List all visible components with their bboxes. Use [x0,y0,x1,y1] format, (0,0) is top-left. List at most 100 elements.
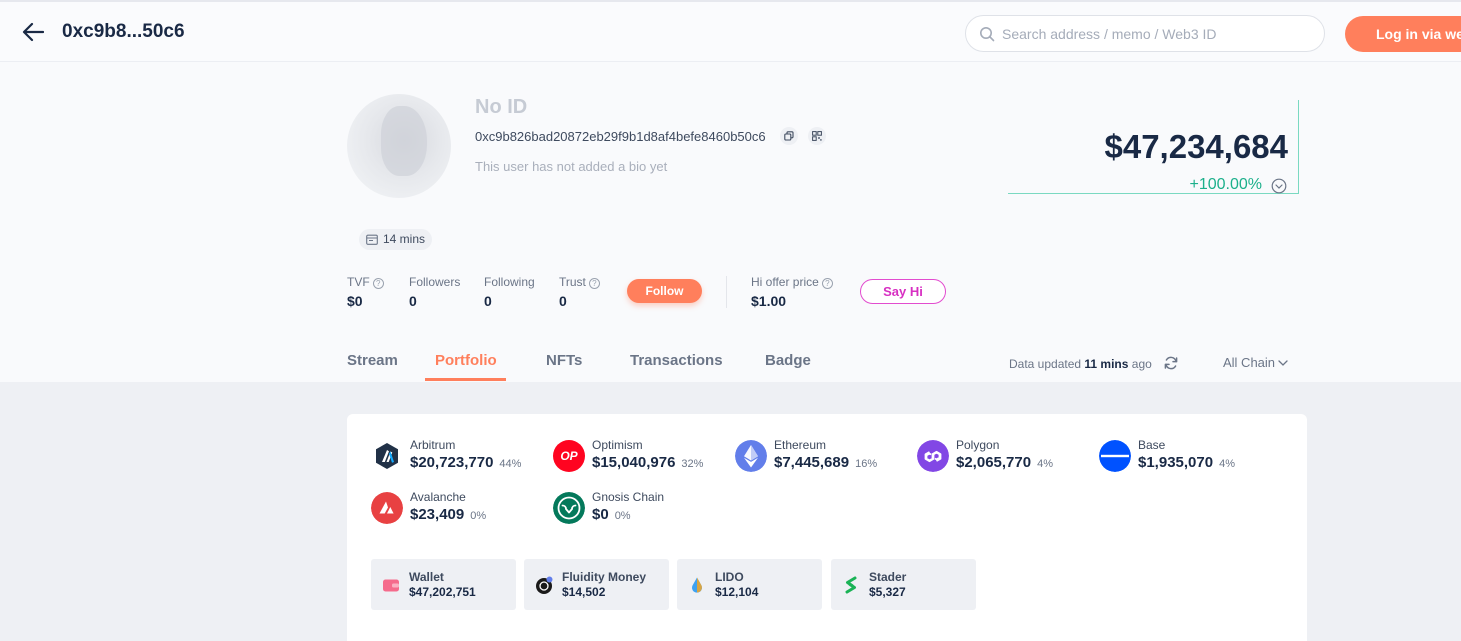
search-icon [980,27,995,42]
data-updated-prefix: Data updated [1009,357,1082,371]
protocol-value: $12,104 [715,585,759,599]
tab-transactions[interactable]: Transactions [630,352,723,369]
stat-trust-value: 0 [559,293,567,309]
chain-percent: 0% [614,510,631,522]
stat-following-value: 0 [484,293,492,309]
gnosis-icon [553,492,585,524]
chain-value: $20,723,770 44% [410,454,522,471]
arbitrum-icon [371,440,403,472]
chain-percent: 44% [499,458,522,470]
stat-followers[interactable]: Followers 0 [409,275,460,309]
stat-following[interactable]: Following 0 [484,275,535,309]
chain-value: $23,409 0% [410,506,487,523]
tab-nfts[interactable]: NFTs [546,352,582,369]
protocol-name: LIDO [715,570,744,584]
qr-code-icon [812,131,822,141]
chain-percent: 32% [681,458,704,470]
chain-name: Base [1138,438,1166,452]
stat-following-label: Following [484,275,535,289]
chain-percent: 0% [470,510,487,522]
calendar-icon [366,234,378,245]
stat-hi-offer-value: $1.00 [751,293,787,309]
stat-followers-label: Followers [409,275,461,289]
say-hi-button[interactable]: Say Hi [860,279,946,304]
stat-hi-offer: Hi offer price? $1.00 [751,275,833,309]
protocol-name: Wallet [409,570,444,584]
profile-bio: This user has not added a bio yet [475,159,668,174]
chain-filter-dropdown[interactable]: All Chain [1223,355,1288,370]
chain-value: $0 0% [592,506,631,523]
avatar [347,94,451,198]
chevron-down-icon [1278,360,1288,366]
chain-name: Gnosis Chain [592,490,665,504]
protocol-value: $47,202,751 [409,585,476,599]
lido-icon [692,577,702,593]
avalanche-icon [371,492,403,524]
stat-trust: Trust? 0 [559,275,600,309]
help-icon[interactable]: ? [372,278,384,289]
ethereum-icon [735,440,767,472]
chain-filter-label: All Chain [1223,355,1276,370]
search-box[interactable] [965,15,1325,52]
polygon-icon [917,440,949,472]
fluidity-money-icon [536,576,553,594]
protocol-wallet[interactable]: Wallet $47,202,751 [371,559,516,610]
chain-percent: 16% [855,458,878,470]
chain-percent: 4% [1037,458,1053,470]
tab-badge[interactable]: Badge [765,352,811,369]
optimism-icon-text: OP [560,449,578,463]
chain-name: Arbitrum [410,438,456,452]
top-bar: 0xc9b8...50c6 Log in via web3 [0,0,1461,62]
stader-icon [845,576,857,594]
help-icon[interactable]: ? [588,278,600,289]
back-arrow-icon[interactable] [22,22,44,42]
protocol-fluidity-money[interactable]: Fluidity Money $14,502 [524,559,669,610]
balance-panel: $47,234,684 +100.00% [1008,100,1300,195]
wallet-address: 0xc9b826bad20872eb29f9b1d8af4befe8460b50… [475,129,766,144]
stat-tvf-value: $0 [347,293,363,309]
total-balance: $47,234,684 [1104,128,1288,165]
wallet-icon [383,579,399,592]
copy-address-button[interactable] [780,127,798,145]
balance-change: +100.00% [1189,176,1262,193]
chain-value: $15,040,976 32% [592,454,704,471]
active-tab-indicator [425,378,506,381]
chain-name: Avalanche [410,490,466,504]
activity-time-text: 14 mins [383,232,426,246]
chain-value: $1,935,070 4% [1138,454,1235,471]
chain-value: $2,065,770 4% [956,454,1053,471]
chain-name: Optimism [592,438,643,452]
qr-code-button[interactable] [808,127,826,145]
protocol-name: Stader [869,570,907,584]
refresh-icon[interactable] [1163,355,1179,371]
stat-tvf: TVF? $0 [347,275,384,309]
stat-hi-offer-label: Hi offer price [751,275,819,289]
divider [726,276,727,308]
tab-stream[interactable]: Stream [347,352,398,369]
search-input[interactable] [1002,16,1312,51]
chain-name: Ethereum [774,438,827,452]
follow-button[interactable]: Follow [627,279,702,303]
tab-portfolio[interactable]: Portfolio [435,352,497,369]
data-updated-suffix: ago [1131,357,1152,371]
copy-icon [784,131,794,141]
stat-followers-value: 0 [409,293,417,309]
stat-trust-label: Trust [559,275,586,289]
help-icon[interactable]: ? [821,278,833,289]
chain-percent: 4% [1219,458,1235,470]
protocol-lido[interactable]: LIDO $12,104 [677,559,822,610]
login-button[interactable]: Log in via web3 [1345,16,1461,52]
chain-name: Polygon [956,438,1000,452]
chain-value: $7,445,689 16% [774,454,878,471]
activity-time-badge: 14 mins [359,229,433,250]
stat-tvf-label: TVF [347,275,370,289]
data-updated-info: Data updated 11 mins ago [1009,357,1152,371]
protocol-name: Fluidity Money [562,570,646,584]
balance-chart-edge [1298,100,1299,194]
base-icon [1099,440,1131,472]
optimism-icon: OP [553,440,585,472]
data-updated-time: 11 mins [1084,357,1129,371]
chevron-down-circle-icon[interactable] [1271,178,1287,194]
protocol-stader[interactable]: Stader $5,327 [831,559,976,610]
protocol-value: $14,502 [562,585,606,599]
